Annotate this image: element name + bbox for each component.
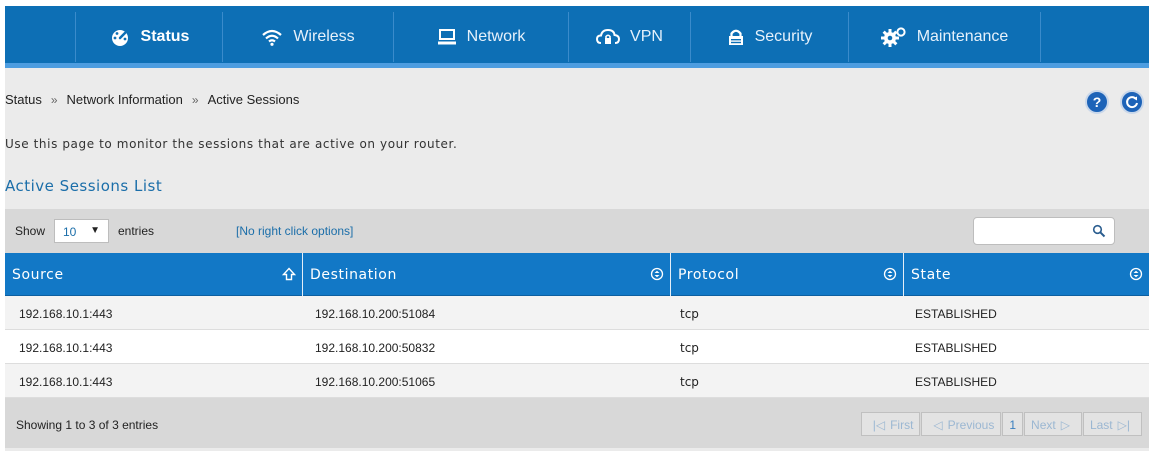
page-size-value: 10 [63, 225, 77, 239]
sort-both-icon [1129, 267, 1143, 281]
cell-protocol: tcp [680, 341, 699, 355]
refresh-button[interactable] [1120, 90, 1144, 114]
refresh-icon [1126, 96, 1138, 109]
top-navigation-bar: Status Wireless Network VPN Security Mai… [5, 6, 1149, 68]
page-description: Use this page to monitor the sessions th… [5, 137, 458, 151]
column-header-protocol[interactable]: Protocol [671, 253, 904, 296]
nav-network-label: Network [466, 28, 526, 45]
column-header-label: State [911, 267, 952, 283]
no-right-click-note: [No right click options] [236, 224, 354, 238]
table-toolbar: Show 10 ▼ entries [No right click option… [5, 209, 1149, 253]
previous-page-button[interactable]: ◁ Previous [921, 412, 1002, 436]
nav-wireless-label: Wireless [293, 28, 355, 45]
nav-vpn-label: VPN [630, 28, 663, 45]
cell-destination: 192.168.10.200:51084 [315, 307, 436, 321]
nav-vpn[interactable]: VPN [569, 12, 691, 62]
nav-status-label: Status [140, 28, 190, 45]
nav-maintenance-label: Maintenance [916, 28, 1009, 45]
column-header-label: Source [12, 267, 64, 283]
lock-icon [728, 29, 743, 45]
nav-maintenance[interactable]: Maintenance [849, 12, 1041, 62]
next-page-label: Next [1031, 418, 1056, 432]
last-page-icon: ▷| [1117, 418, 1130, 432]
table-body: 192.168.10.1:443 192.168.10.200:51084 tc… [5, 296, 1149, 398]
cell-source: 192.168.10.1:443 [19, 375, 113, 389]
breadcrumb-network-information[interactable]: Network Information [67, 92, 183, 107]
breadcrumb: Status » Network Information » Active Se… [5, 92, 299, 107]
monitor-icon [437, 29, 456, 45]
show-label: Show [15, 224, 46, 238]
page-number-button[interactable]: 1 [1002, 412, 1024, 436]
first-page-button[interactable]: |◁ First [860, 412, 921, 436]
cell-state: ESTABLISHED [915, 341, 997, 355]
cell-protocol: tcp [680, 307, 699, 321]
nav-wireless[interactable]: Wireless [223, 12, 394, 62]
previous-page-label: Previous [947, 418, 995, 432]
column-header-destination[interactable]: Destination [303, 253, 671, 296]
next-page-button[interactable]: Next ▷ [1024, 412, 1082, 436]
first-page-icon: |◁ [872, 418, 886, 432]
column-header-label: Protocol [678, 267, 740, 283]
table-row[interactable]: 192.168.10.1:443 192.168.10.200:51084 tc… [5, 296, 1149, 330]
cloud-lock-icon [596, 28, 621, 44]
nav-security-label: Security [754, 28, 813, 45]
breadcrumb-status[interactable]: Status [5, 92, 42, 107]
next-page-icon: ▷ [1060, 418, 1070, 432]
nav-security[interactable]: Security [691, 12, 849, 62]
breadcrumb-separator: » [191, 92, 199, 107]
column-header-state[interactable]: State [904, 253, 1149, 296]
entries-label: entries [118, 224, 155, 238]
page-number-label: 1 [1009, 418, 1017, 432]
cell-destination: 192.168.10.200:51065 [315, 375, 436, 389]
cell-source: 192.168.10.1:443 [19, 341, 113, 355]
wifi-icon [262, 29, 283, 46]
table-footer: Showing 1 to 3 of 3 entries |◁ First ◁ P… [5, 398, 1149, 448]
help-icon: ? [1092, 94, 1102, 110]
dropdown-caret-icon: ▼ [90, 225, 100, 236]
first-page-label: First [890, 418, 914, 432]
breadcrumb-separator: » [50, 92, 58, 107]
gears-icon [880, 27, 906, 47]
table-row[interactable]: 192.168.10.1:443 192.168.10.200:50832 tc… [5, 330, 1149, 364]
cell-state: ESTABLISHED [915, 375, 997, 389]
search-icon [1092, 224, 1106, 238]
sort-both-icon [650, 267, 664, 281]
sort-ascending-icon [282, 267, 296, 281]
breadcrumb-active-sessions: Active Sessions [207, 92, 300, 107]
last-page-label: Last [1089, 418, 1113, 432]
nav-status[interactable]: Status [75, 12, 223, 62]
previous-page-icon: ◁ [933, 418, 943, 432]
dashboard-icon [111, 30, 128, 46]
nav-network[interactable]: Network [394, 12, 569, 62]
entries-info: Showing 1 to 3 of 3 entries [16, 418, 159, 432]
cell-state: ESTABLISHED [915, 307, 997, 321]
main-nav: Status Wireless Network VPN Security Mai… [75, 12, 1041, 62]
help-button[interactable]: ? [1085, 90, 1109, 114]
column-header-label: Destination [310, 267, 397, 283]
column-header-source[interactable]: Source [5, 253, 303, 296]
cell-source: 192.168.10.1:443 [19, 307, 113, 321]
pagination: |◁ First ◁ Previous 1 Next ▷ Last ▷| [860, 412, 1142, 436]
section-title: Active Sessions List [5, 177, 163, 195]
table-row[interactable]: 192.168.10.1:443 192.168.10.200:51065 tc… [5, 364, 1149, 398]
content-panel: Status » Network Information » Active Se… [5, 68, 1149, 451]
table-header: Source Destination Protocol State [5, 253, 1149, 296]
search-input[interactable] [973, 217, 1115, 245]
last-page-button[interactable]: Last ▷| [1082, 412, 1142, 436]
sort-both-icon [883, 267, 897, 281]
cell-protocol: tcp [680, 375, 699, 389]
cell-destination: 192.168.10.200:50832 [315, 341, 436, 355]
page-size-select[interactable]: 10 ▼ [54, 219, 109, 243]
